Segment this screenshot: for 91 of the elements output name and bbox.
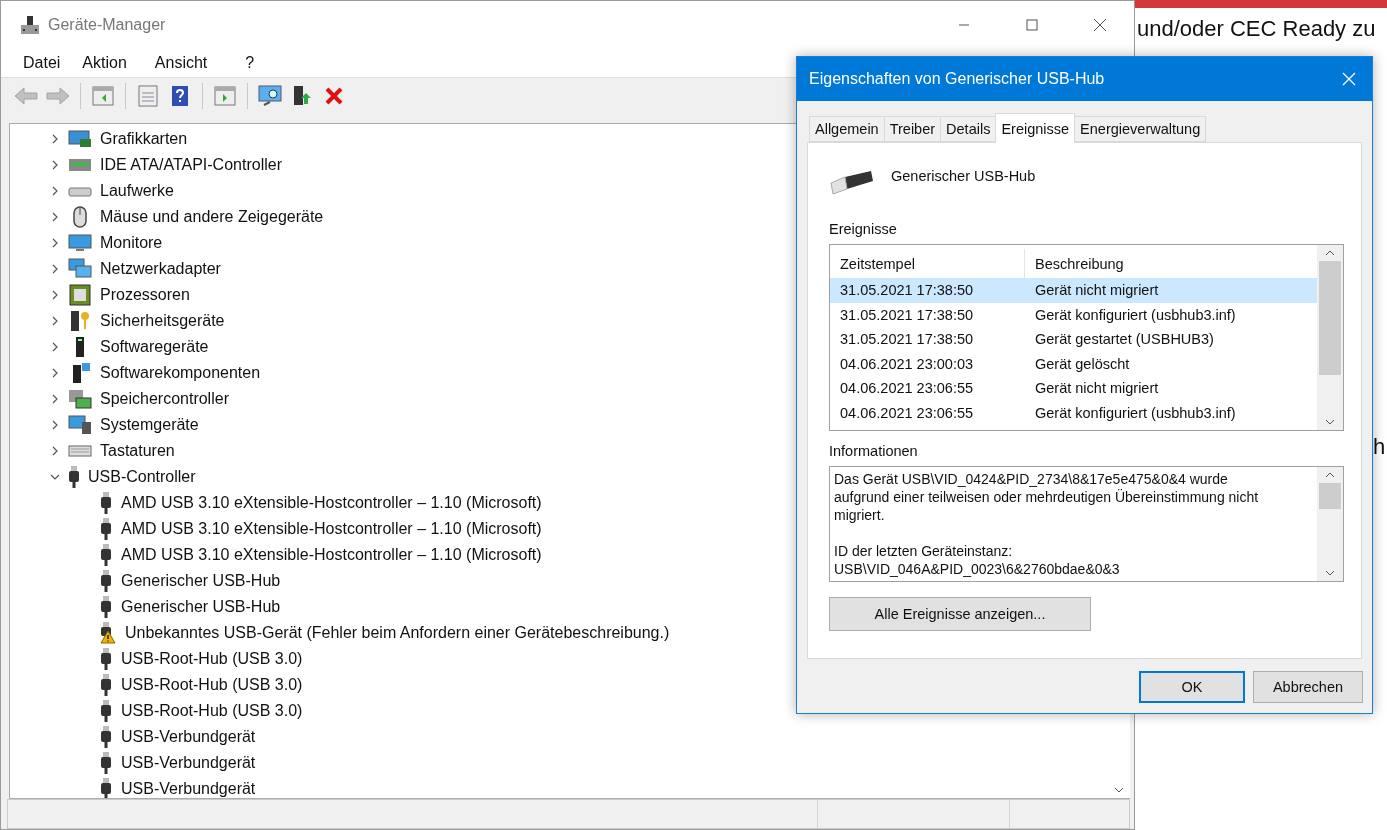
dialog-button[interactable]: OK bbox=[1139, 671, 1245, 703]
usb-plug-icon bbox=[100, 725, 112, 748]
usb-plug-icon bbox=[100, 673, 112, 696]
menu-item[interactable]: Ansicht bbox=[146, 54, 216, 73]
section-label: Ereignisse bbox=[829, 221, 898, 237]
dialog-title: Eigenschaften von Generischer USB-Hub bbox=[809, 70, 1105, 88]
console-tree-icon bbox=[92, 86, 114, 106]
scrollbar[interactable] bbox=[1317, 467, 1343, 581]
chip-icon bbox=[68, 283, 92, 306]
event-row[interactable]: 31.05.2021 17:38:50 Gerät gestartet (USBHUB3) bbox=[830, 327, 1317, 352]
network-icon bbox=[68, 257, 92, 280]
graphics-card-icon bbox=[68, 128, 92, 149]
chevron-right-icon[interactable] bbox=[50, 419, 60, 430]
scroll-down-icon[interactable] bbox=[1325, 418, 1335, 426]
tab[interactable]: Energieverwaltung bbox=[1074, 116, 1207, 142]
scroll-thumb[interactable] bbox=[1319, 483, 1341, 509]
menu-item[interactable]: ? bbox=[237, 54, 263, 73]
usb-plug-icon bbox=[100, 777, 112, 798]
page-heading: und/oder CEC Ready zu bbox=[1137, 16, 1376, 42]
event-row[interactable]: 31.05.2021 17:38:50 Gerät konfiguriert (usbhub3.inf) bbox=[830, 302, 1317, 327]
scrollbar[interactable] bbox=[1317, 245, 1343, 430]
device-update-icon bbox=[291, 85, 313, 107]
usb-plug-icon bbox=[829, 169, 875, 195]
usb-plug-icon bbox=[100, 517, 112, 540]
tab[interactable]: Allgemein bbox=[809, 116, 885, 142]
help-icon bbox=[171, 85, 189, 107]
event-row[interactable]: 04.06.2021 23:06:55 Gerät nicht migriert bbox=[830, 376, 1317, 401]
tree-item[interactable]: USB-Verbundgerät bbox=[50, 749, 1108, 776]
chevron-right-icon[interactable] bbox=[50, 133, 60, 144]
tab[interactable]: Details bbox=[940, 116, 997, 142]
tree-item[interactable]: USB-Root-Hub (USB 3.0) bbox=[50, 645, 1108, 672]
usb-warning-icon bbox=[100, 621, 116, 644]
forward-arrow-icon bbox=[46, 86, 70, 106]
chevron-right-icon[interactable] bbox=[50, 445, 60, 456]
page-text: h bbox=[1373, 434, 1386, 460]
storage-icon bbox=[68, 387, 92, 410]
usb-plug-icon bbox=[100, 491, 112, 514]
usb-plug-icon bbox=[100, 647, 112, 670]
tree-item[interactable]: USB-Root-Hub (USB 3.0) bbox=[50, 671, 1108, 698]
menu-item[interactable]: Datei bbox=[15, 54, 69, 73]
scroll-thumb[interactable] bbox=[1319, 261, 1341, 375]
scroll-down-icon[interactable] bbox=[1114, 785, 1124, 794]
chevron-right-icon[interactable] bbox=[50, 341, 60, 352]
usb-plug-icon bbox=[68, 465, 80, 488]
menu-item[interactable]: Aktion bbox=[74, 54, 135, 73]
uninstall-icon bbox=[324, 86, 344, 106]
toolbar-button[interactable] bbox=[257, 83, 283, 109]
usb-plug-icon bbox=[100, 699, 112, 722]
key-icon bbox=[68, 309, 92, 332]
monitor-icon bbox=[68, 232, 92, 253]
chevron-right-icon[interactable] bbox=[50, 185, 60, 196]
maximize-icon bbox=[1026, 19, 1038, 31]
scroll-up-icon[interactable] bbox=[1325, 471, 1335, 479]
chevron-right-icon[interactable] bbox=[50, 393, 60, 404]
usb-plug-icon bbox=[100, 751, 112, 774]
tree-item[interactable]: USB-Verbundgerät bbox=[50, 775, 1108, 798]
app-icon bbox=[20, 15, 40, 35]
device-name: Generischer USB-Hub bbox=[891, 168, 1036, 184]
event-row[interactable]: 31.05.2021 17:38:50 Gerät nicht migriert bbox=[830, 278, 1317, 303]
usb-plug-icon bbox=[100, 569, 112, 592]
scroll-up-icon[interactable] bbox=[1325, 249, 1335, 257]
close-icon bbox=[1093, 18, 1107, 32]
properties-icon bbox=[137, 85, 159, 107]
chevron-right-icon[interactable] bbox=[50, 237, 60, 248]
chevron-right-icon[interactable] bbox=[50, 315, 60, 326]
event-row[interactable]: 04.06.2021 23:00:03 Gerät gelöscht bbox=[830, 351, 1317, 376]
chevron-right-icon[interactable] bbox=[50, 263, 60, 274]
close-icon bbox=[1342, 72, 1356, 86]
info-text: Das Gerät USB\VID_0424&PID_2734\8&17e5e475&0&4 wurde aufgrund einer teilweisen oder mehrdeutigen Übereinstimmung nicht migriert. bbox=[834, 470, 1260, 524]
chevron-right-icon[interactable] bbox=[50, 367, 60, 378]
tab[interactable]: Treiber bbox=[883, 116, 942, 142]
scroll-down-icon[interactable] bbox=[1325, 569, 1335, 577]
chevron-right-icon[interactable] bbox=[50, 289, 60, 300]
usb-plug-icon bbox=[100, 543, 112, 566]
back-arrow-icon bbox=[14, 86, 38, 106]
column-header[interactable]: Beschreibung bbox=[1025, 249, 1317, 278]
section-label: Informationen bbox=[829, 443, 919, 459]
action-pane-icon bbox=[214, 86, 236, 106]
monitor-search-icon bbox=[258, 85, 282, 107]
system-icon bbox=[68, 413, 92, 436]
tree-item[interactable]: USB-Verbundgerät bbox=[50, 723, 1108, 750]
chevron-right-icon[interactable] bbox=[50, 159, 60, 170]
info-text: ID der letzten Geräteinstanz: USB\VID_046A&PID_0023\6&2760bdae&0&3 bbox=[834, 542, 1121, 578]
dialog-button[interactable]: Abbrechen bbox=[1253, 671, 1363, 703]
tree-item[interactable]: USB-Root-Hub (USB 3.0) bbox=[50, 697, 1108, 724]
usb-plug-icon bbox=[100, 595, 112, 618]
tab[interactable]: Ereignisse bbox=[995, 113, 1076, 143]
chevron-right-icon[interactable] bbox=[50, 211, 60, 222]
show-all-events-button[interactable]: Alle Ereignisse anzeigen... bbox=[829, 597, 1091, 631]
event-row[interactable]: 04.06.2021 23:06:55 Gerät konfiguriert (usbhub3.inf) bbox=[830, 400, 1317, 425]
window-title: Geräte-Manager bbox=[48, 16, 166, 34]
